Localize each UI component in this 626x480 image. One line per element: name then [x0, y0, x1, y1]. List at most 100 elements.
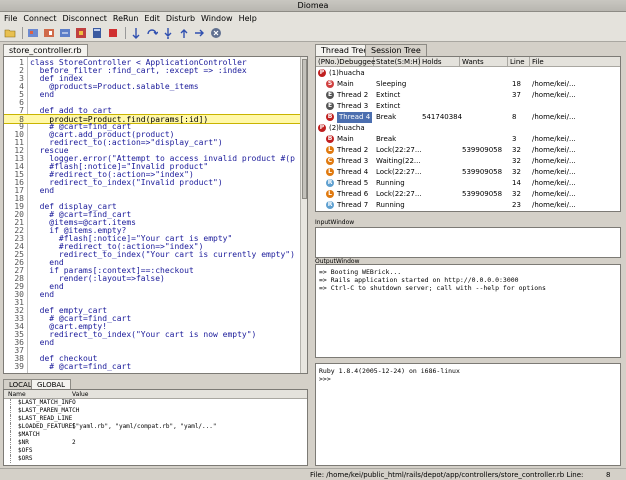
thread-file: /home/kei/... [532, 135, 576, 143]
variable-row[interactable]: $LAST_PAREN_MATCH [4, 407, 307, 415]
step-icon[interactable] [129, 27, 142, 40]
col-line[interactable]: Line [508, 57, 530, 67]
thread-tab-bar: Thread Tree Session Tree [315, 44, 620, 56]
status-file-path: File: /home/kei/public_html/rails/depot/… [310, 471, 584, 479]
menu-rerun[interactable]: ReRun [113, 14, 138, 23]
step-into-icon[interactable] [161, 27, 174, 40]
thread-state: Lock(22:27... [376, 168, 422, 176]
editor-scrollbar[interactable] [300, 57, 307, 373]
thread-state-icon: P [318, 69, 326, 77]
output-line: => Rails application started on http://0… [319, 276, 519, 284]
menu-edit[interactable]: Edit [144, 14, 160, 23]
bug-icon[interactable] [74, 27, 87, 40]
debug-icon[interactable] [26, 27, 39, 40]
run-icon[interactable] [42, 27, 55, 40]
code-editor[interactable]: 1 class StoreController < ApplicationCont… [3, 56, 308, 374]
stop-icon[interactable] [106, 27, 119, 40]
tab-session-tree[interactable]: Session Tree [365, 44, 427, 56]
variable-row[interactable]: $LAST_MATCH_INFO [4, 399, 307, 407]
thread-row[interactable]: E Thread 3 Extinct [316, 101, 620, 112]
variable-value: ["yaml.rb", "yaml/compat.rb", "yaml/..." [72, 423, 217, 430]
col-file[interactable]: File [530, 57, 620, 67]
col-holds[interactable]: Holds [420, 57, 460, 67]
variable-name: $LAST_PAREN_MATCH [18, 407, 80, 414]
thread-row[interactable]: B Main Break 3/home/kei/... [316, 134, 620, 145]
toolbar-separator [22, 27, 23, 39]
output-window: => Booting WEBrick... => Rails applicati… [315, 264, 621, 358]
thread-name: Thread 3 [337, 102, 369, 110]
variable-name: $NR [18, 439, 29, 446]
thread-tree-panel: (PNo.)Debuggee State(S:M:H) Holds Wants … [315, 56, 621, 212]
thread-state-icon: R [326, 201, 334, 209]
thread-name: Main [337, 135, 354, 143]
thread-file: /home/kei/... [532, 146, 576, 154]
thread-row[interactable]: P (1)huacha [316, 68, 620, 79]
window-titlebar: Diomea [0, 0, 626, 12]
thread-row[interactable]: C Thread 3 Waiting(22... 32/home/kei/... [316, 156, 620, 167]
thread-row[interactable]: S Main Sleeping 18/home/kei/... [316, 79, 620, 90]
book-icon[interactable] [90, 27, 103, 40]
code-text: # @cart=find_cart [30, 362, 132, 371]
thread-file: /home/kei/... [532, 168, 576, 176]
thread-name: Thread 7 [337, 201, 369, 209]
input-window[interactable] [315, 227, 621, 258]
variable-row[interactable]: $MATCH [4, 431, 307, 439]
thread-row[interactable]: R Thread 7 Running 23/home/kei/... [316, 200, 620, 211]
thread-row[interactable]: R Thread 5 Running 14/home/kei/... [316, 178, 620, 189]
menu-connect[interactable]: Connect [23, 14, 56, 23]
thread-row[interactable]: E Thread 2 Extinct 37/home/kei/... [316, 90, 620, 101]
thread-line: 37 [512, 91, 521, 99]
line-number[interactable]: 39 [4, 362, 24, 372]
thread-file: /home/kei/... [532, 91, 576, 99]
col-state[interactable]: State(S:M:H) [374, 57, 420, 67]
ruby-console[interactable]: Ruby 1.8.4(2005-12-24) on i686-linux >>> [315, 363, 621, 466]
thread-row[interactable]: L Thread 6 Lock(22:27... 539909058 32/home/k… [316, 189, 620, 200]
thread-state: Sleeping [376, 80, 407, 88]
variable-row[interactable]: $NR 2 [4, 439, 307, 447]
status-line-number: 8 [606, 471, 611, 479]
code-line[interactable]: 39 # @cart=find_cart [4, 362, 306, 372]
thread-line: 3 [512, 135, 517, 143]
forward-icon[interactable] [193, 27, 206, 40]
variable-row[interactable]: $LAST_READ_LINE [4, 415, 307, 423]
menu-disturb[interactable]: Disturb [166, 14, 195, 23]
menu-window[interactable]: Window [201, 14, 233, 23]
thread-file: /home/kei/... [532, 80, 576, 88]
thread-row[interactable]: L Thread 4 Lock(22:27... 539909058 32/home/k… [316, 167, 620, 178]
menu-disconnect[interactable]: Disconnect [62, 14, 106, 23]
step-over-icon[interactable] [145, 27, 158, 40]
tab-store-controller[interactable]: store_controller.rb [3, 44, 88, 56]
thread-state-icon: S [326, 80, 334, 88]
thread-row[interactable]: P (2)huacha [316, 123, 620, 134]
step-out-icon[interactable] [177, 27, 190, 40]
thread-row[interactable]: B Thread 4 Break 541740384 8/home/kei/... [316, 112, 620, 123]
thread-line: 8 [512, 113, 517, 121]
variable-row[interactable]: $ORS [4, 455, 307, 463]
header-value: Value [72, 391, 89, 398]
variable-name: $LAST_READ_LINE [18, 415, 73, 422]
open-folder-icon[interactable] [3, 27, 16, 40]
close-circle-icon[interactable] [209, 27, 222, 40]
thread-row[interactable]: L Thread 2 Lock(22:27... 539909058 32/home/k… [316, 145, 620, 156]
menu-help[interactable]: Help [239, 14, 257, 23]
thread-name: Thread 4 [337, 168, 369, 176]
editor-tab-bar: store_controller.rb [3, 44, 308, 56]
col-debuggee[interactable]: (PNo.)Debuggee [316, 57, 375, 67]
variable-row[interactable]: $OFS [4, 447, 307, 455]
toolbar-separator [125, 27, 126, 39]
thread-state: Running [376, 179, 405, 187]
variable-row[interactable]: $LOADED_FEATURES ["yaml.rb", "yaml/compat… [4, 423, 307, 431]
scrollbar-thumb[interactable] [302, 59, 307, 199]
thread-name: (2)huacha [329, 124, 365, 132]
menu-bar: File Connect Disconnect ReRun Edit Distu… [0, 12, 626, 25]
variable-name: $ORS [18, 455, 33, 462]
col-wants[interactable]: Wants [460, 57, 508, 67]
menu-file[interactable]: File [4, 14, 17, 23]
toolbar [0, 25, 626, 42]
settings-icon[interactable] [58, 27, 71, 40]
pane-splitter[interactable] [315, 212, 621, 217]
thread-state-icon: L [326, 190, 334, 198]
thread-state: Waiting(22... [376, 157, 421, 165]
tab-global[interactable]: GLOBAL [31, 379, 72, 389]
thread-state: Lock(22:27... [376, 190, 422, 198]
